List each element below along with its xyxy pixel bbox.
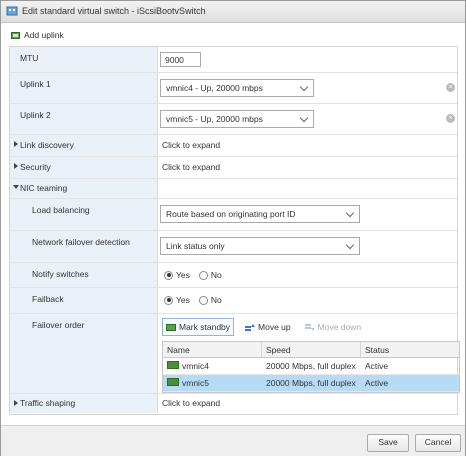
uplink1-select[interactable]: vmnic4 - Up, 20000 mbps (160, 79, 314, 97)
row-nic-teaming[interactable]: NIC teaming (10, 179, 457, 199)
row-mtu: MTU 9000 (10, 47, 457, 73)
chevron-down-icon (345, 240, 355, 250)
uplink2-select[interactable]: vmnic5 - Up, 20000 mbps (160, 110, 314, 128)
radio-unselected-icon[interactable] (198, 270, 208, 280)
nic-speed: 20000 Mbps, full duplex (266, 361, 356, 371)
table-row[interactable]: vmnic4 20000 Mbps, full duplex Active (163, 358, 459, 375)
add-uplink-button[interactable]: Add uplink (11, 30, 64, 40)
notify-switches-label: Notify switches (32, 269, 89, 279)
notify-yes-option[interactable]: Yes (164, 270, 190, 280)
move-up-icon (245, 323, 256, 331)
title-bar: Edit standard virtual switch - iScsiBoot… (1, 1, 465, 23)
security-label: Security (20, 162, 51, 172)
remove-uplink2-icon[interactable]: × (446, 114, 455, 123)
failover-detection-select[interactable]: Link status only (160, 237, 360, 255)
load-balancing-label: Load balancing (32, 205, 90, 215)
cancel-button[interactable]: Cancel (415, 434, 461, 452)
security-value[interactable]: Click to expand (162, 162, 220, 172)
radio-selected-icon[interactable] (164, 270, 173, 280)
edit-vswitch-dialog: Edit standard virtual switch - iScsiBoot… (0, 0, 466, 456)
expand-triangle-icon[interactable] (14, 163, 18, 169)
row-failback: Failback Yes No (10, 288, 457, 314)
move-down-button[interactable]: Move down (302, 319, 364, 335)
column-header-speed[interactable]: Speed (266, 345, 291, 355)
row-uplink2: Uplink 2 vmnic5 - Up, 20000 mbps × (10, 104, 457, 135)
vswitch-icon (6, 6, 18, 16)
failback-label: Failback (32, 294, 64, 304)
failover-toolbar: Mark standby Move up Move down (162, 318, 364, 336)
failover-order-label: Failover order (32, 320, 85, 330)
row-uplink1: Uplink 1 vmnic4 - Up, 20000 mbps × (10, 73, 457, 104)
window-title: Edit standard virtual switch - iScsiBoot… (22, 6, 206, 16)
save-button[interactable]: Save (367, 434, 409, 452)
row-failover-order: Failover order Mark standby Move up Move… (10, 314, 460, 394)
row-link-discovery[interactable]: Link discovery Click to expand (10, 135, 457, 157)
add-uplink-label: Add uplink (24, 30, 64, 40)
uplink2-value: vmnic5 - Up, 20000 mbps (166, 114, 263, 124)
nic-status: Active (365, 378, 389, 388)
failover-detection-value: Link status only (166, 241, 225, 251)
failback-radio-group: Yes No (164, 295, 228, 305)
collapse-triangle-icon[interactable] (13, 185, 19, 189)
table-row-selected[interactable]: vmnic5 20000 Mbps, full duplex Active (163, 375, 459, 392)
expand-triangle-icon[interactable] (14, 400, 18, 406)
settings-table: MTU 9000 Uplink 1 vmnic4 - Up, 20000 mbp… (9, 46, 460, 415)
nic-icon (167, 361, 179, 369)
nic-teaming-label: NIC teaming (20, 183, 68, 193)
traffic-shaping-value[interactable]: Click to expand (162, 398, 220, 408)
failover-nic-table: Name Speed Status vmnic4 20000 Mbps, ful… (162, 341, 460, 393)
chevron-down-icon (299, 113, 309, 123)
nic-icon (167, 378, 179, 386)
uplink2-label: Uplink 2 (20, 110, 51, 120)
nic-speed: 20000 Mbps, full duplex (266, 378, 356, 388)
move-up-button[interactable]: Move up (242, 319, 294, 335)
nic-name: vmnic4 (182, 361, 209, 371)
chevron-down-icon (345, 208, 355, 218)
expand-triangle-icon[interactable] (14, 141, 18, 147)
nic-status: Active (365, 361, 389, 371)
failback-yes-option[interactable]: Yes (164, 295, 190, 305)
radio-selected-icon[interactable] (164, 295, 173, 305)
mtu-label: MTU (20, 53, 39, 63)
load-balancing-select[interactable]: Route based on originating port ID (160, 205, 360, 223)
dialog-footer: Save Cancel (1, 425, 465, 456)
traffic-shaping-label: Traffic shaping (20, 398, 76, 408)
table-header: Name Speed Status (163, 342, 459, 358)
nic-name: vmnic5 (182, 378, 209, 388)
chevron-down-icon (299, 82, 309, 92)
uplink1-value: vmnic4 - Up, 20000 mbps (166, 83, 263, 93)
row-security[interactable]: Security Click to expand (10, 157, 457, 179)
remove-uplink1-icon[interactable]: × (446, 83, 455, 92)
column-header-status[interactable]: Status (365, 345, 389, 355)
radio-unselected-icon[interactable] (198, 295, 208, 305)
add-uplink-icon (11, 32, 20, 39)
row-notify-switches: Notify switches Yes No (10, 263, 457, 288)
column-header-name[interactable]: Name (167, 345, 190, 355)
link-discovery-label: Link discovery (20, 140, 74, 150)
move-down-icon (304, 323, 315, 331)
mark-standby-button[interactable]: Mark standby (162, 318, 235, 336)
notify-no-option[interactable]: No (198, 270, 222, 280)
failover-detection-label: Network failover detection (32, 237, 130, 247)
uplink1-label: Uplink 1 (20, 79, 51, 89)
mark-standby-icon (166, 323, 176, 331)
notify-switches-radio-group: Yes No (164, 270, 228, 280)
link-discovery-value[interactable]: Click to expand (162, 140, 220, 150)
failback-no-option[interactable]: No (198, 295, 222, 305)
toolbar: Add uplink (11, 30, 64, 44)
row-failover-detection: Network failover detection Link status o… (10, 231, 457, 263)
load-balancing-value: Route based on originating port ID (166, 209, 296, 219)
row-load-balancing: Load balancing Route based on originatin… (10, 199, 457, 231)
row-traffic-shaping[interactable]: Traffic shaping Click to expand (10, 394, 457, 413)
mtu-input[interactable]: 9000 (160, 52, 201, 67)
